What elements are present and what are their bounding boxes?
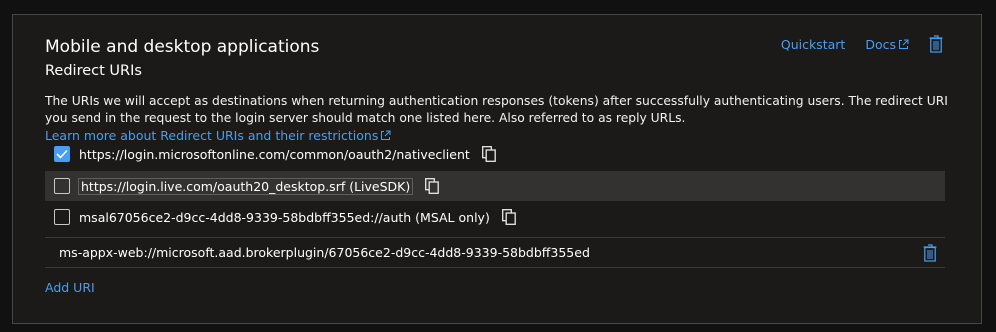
checkmark-icon xyxy=(56,149,68,159)
copy-to-clipboard-button[interactable] xyxy=(425,178,440,194)
uri-row: https://login.live.com/oauth20_desktop.s… xyxy=(45,171,945,201)
uri-label: msal67056ce2-d9cc-4dd8-9339-58bdbff355ed… xyxy=(79,209,490,225)
uri-checkbox[interactable] xyxy=(54,178,70,194)
redirect-uri-input[interactable] xyxy=(59,245,889,260)
description-text: The URIs we will accept as destinations … xyxy=(45,94,948,125)
quickstart-link[interactable]: Quickstart xyxy=(781,37,845,52)
delete-uri-button[interactable] xyxy=(923,244,937,262)
delete-platform-button[interactable] xyxy=(929,35,943,53)
uri-row: https://login.microsoftonline.com/common… xyxy=(45,139,945,169)
trash-icon xyxy=(929,35,943,53)
external-link-icon xyxy=(899,39,909,49)
section-title: Mobile and desktop applications xyxy=(45,37,320,57)
uri-checkbox[interactable] xyxy=(54,209,70,225)
redirect-uris-card: Mobile and desktop applications Redirect… xyxy=(12,14,982,324)
copy-to-clipboard-button[interactable] xyxy=(481,146,496,162)
copy-icon xyxy=(481,146,496,162)
trash-icon xyxy=(923,244,937,262)
copy-icon xyxy=(501,209,516,225)
uri-label: https://login.live.com/oauth20_desktop.s… xyxy=(78,177,414,195)
copy-icon xyxy=(425,178,440,194)
copy-to-clipboard-button[interactable] xyxy=(501,209,516,225)
redirect-uri-description: The URIs we will accept as destinations … xyxy=(45,93,950,145)
docs-link[interactable]: Docs xyxy=(865,37,909,52)
custom-uri-row xyxy=(45,237,945,268)
card-actions: Quickstart Docs xyxy=(781,35,943,53)
uri-checkbox[interactable] xyxy=(54,146,70,162)
add-uri-link[interactable]: Add URI xyxy=(45,280,95,295)
section-subtitle: Redirect URIs xyxy=(45,63,142,79)
uri-label: https://login.microsoftonline.com/common… xyxy=(79,146,470,162)
docs-link-label: Docs xyxy=(865,36,896,52)
uri-row: msal67056ce2-d9cc-4dd8-9339-58bdbff355ed… xyxy=(45,202,945,232)
